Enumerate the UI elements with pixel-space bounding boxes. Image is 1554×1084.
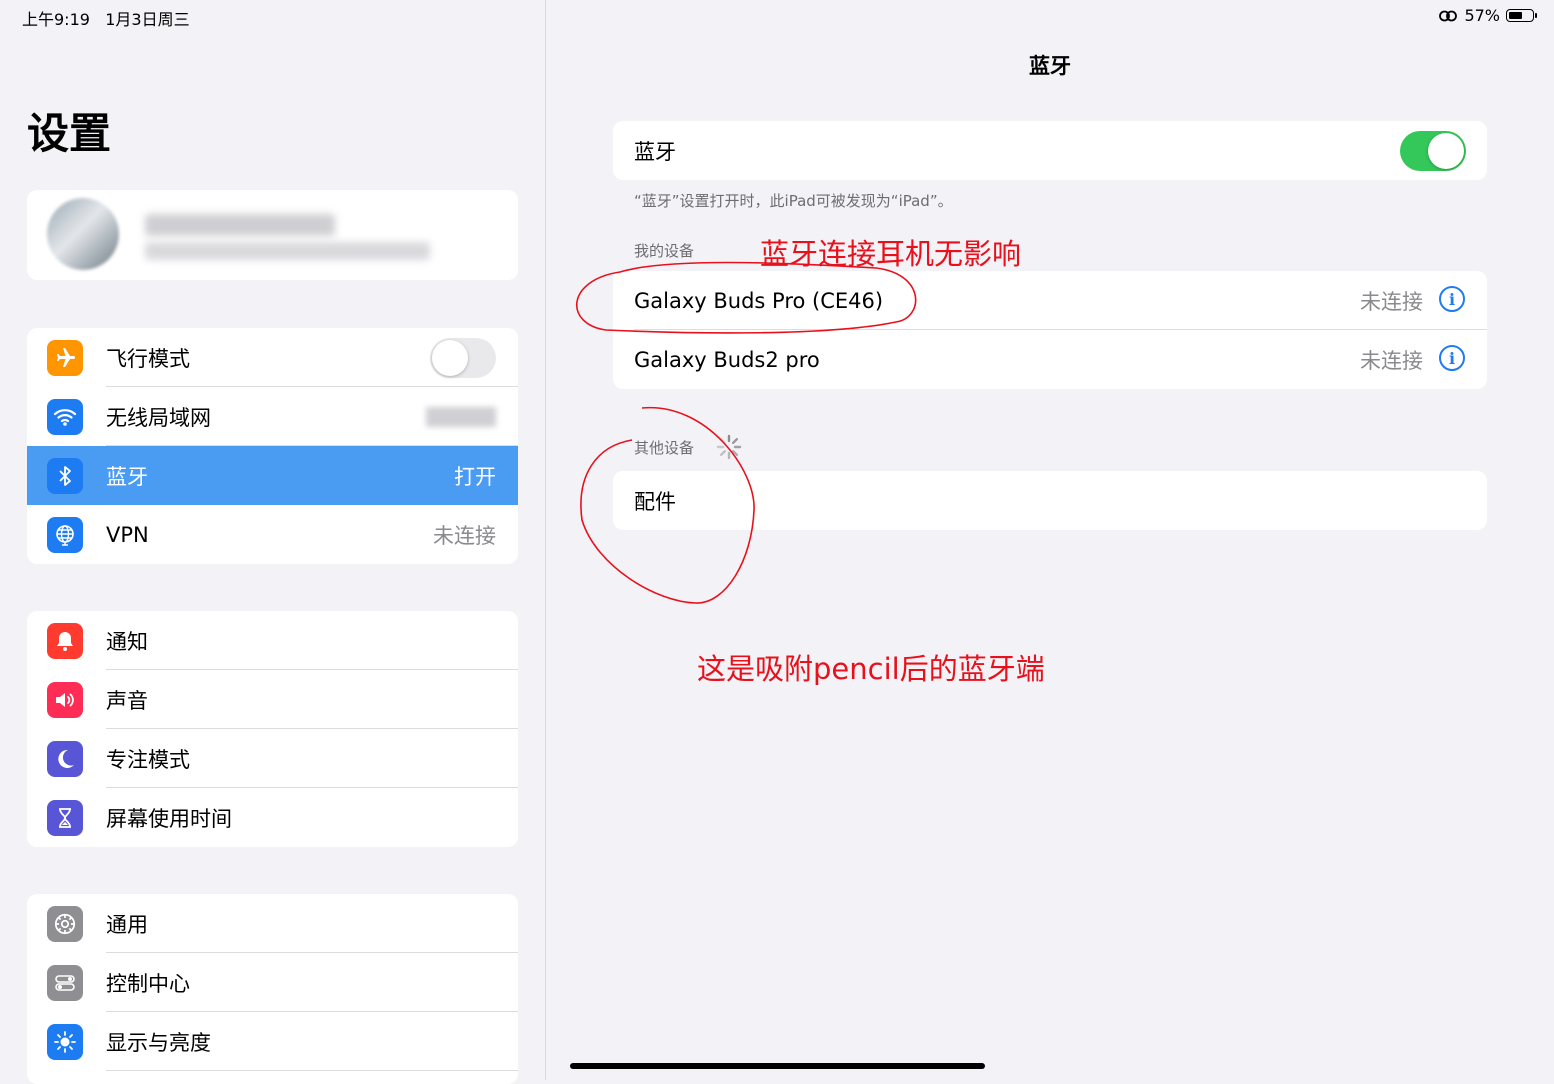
device-name: Galaxy Buds Pro (CE46) bbox=[634, 288, 884, 313]
sun-icon bbox=[47, 1024, 83, 1060]
device-name: 配件 bbox=[634, 489, 676, 514]
device-name: Galaxy Buds2 pro bbox=[634, 347, 820, 372]
annotation-note-1: 蓝牙连接耳机无影响 bbox=[760, 237, 1022, 271]
device-status: 未连接 bbox=[1360, 348, 1423, 373]
blurred-wifi-name bbox=[426, 407, 496, 427]
sidebar-item-display[interactable]: 显示与亮度 bbox=[27, 1012, 518, 1071]
bluetooth-label: 蓝牙 bbox=[634, 139, 676, 164]
sidebar-item-airplane[interactable]: 飞行模式 bbox=[27, 328, 518, 387]
sidebar-item-label: VPN bbox=[106, 522, 149, 547]
bluetooth-footnote: “蓝牙”设置打开时，此iPad可被发现为“iPad”。 bbox=[634, 192, 953, 210]
bell-icon bbox=[47, 623, 83, 659]
device-row[interactable]: 配件 bbox=[613, 471, 1487, 530]
settings-group-general: 通用 控制中心 显示与亮度 bbox=[27, 894, 518, 1084]
airplane-icon bbox=[47, 340, 83, 376]
sidebar-item-label: 专注模式 bbox=[106, 747, 190, 772]
status-date: 1月3日周三 bbox=[105, 10, 190, 29]
settings-sidebar: 上午9:19 1月3日周三 设置 飞行模式 无线局域网 蓝牙 打开 VPN 未连… bbox=[0, 0, 545, 1084]
info-icon[interactable]: i bbox=[1439, 286, 1465, 312]
sidebar-item-label: 声音 bbox=[106, 688, 148, 713]
sidebar-item-label: 屏幕使用时间 bbox=[106, 806, 232, 831]
status-time: 上午9:19 bbox=[22, 10, 90, 29]
annotation-note-2: 这是吸附pencil后的蓝牙端 bbox=[697, 652, 1045, 686]
sidebar-item-notifications[interactable]: 通知 bbox=[27, 611, 518, 670]
bluetooth-icon bbox=[47, 458, 83, 494]
sidebar-item-focus[interactable]: 专注模式 bbox=[27, 729, 518, 788]
battery-icon bbox=[1506, 9, 1537, 22]
status-right: 57% bbox=[1438, 6, 1537, 25]
sidebar-item-sounds[interactable]: 声音 bbox=[27, 670, 518, 729]
loading-spinner-icon bbox=[716, 434, 742, 460]
vpn-status: 未连接 bbox=[433, 523, 496, 548]
switches-icon bbox=[47, 965, 83, 1001]
apple-id-card[interactable] bbox=[27, 190, 518, 280]
sidebar-item-label: 无线局域网 bbox=[106, 405, 211, 430]
settings-title: 设置 bbox=[27, 109, 112, 158]
bluetooth-toggle-card: 蓝牙 bbox=[613, 121, 1487, 180]
moon-icon bbox=[47, 741, 83, 777]
other-devices-list: 配件 bbox=[613, 471, 1487, 530]
gear-icon bbox=[47, 906, 83, 942]
device-row[interactable]: Galaxy Buds2 pro 未连接 i bbox=[613, 330, 1487, 389]
sidebar-item-label: 通知 bbox=[106, 629, 148, 654]
globe-icon bbox=[47, 517, 83, 553]
sidebar-item-wifi[interactable]: 无线局域网 bbox=[27, 387, 518, 446]
sidebar-item-label: 显示与亮度 bbox=[106, 1030, 211, 1055]
wifi-icon bbox=[47, 399, 83, 435]
battery-percent: 57% bbox=[1464, 6, 1500, 25]
sidebar-item-label: 飞行模式 bbox=[106, 346, 190, 371]
sidebar-item-label: 控制中心 bbox=[106, 971, 190, 996]
status-time-date: 上午9:19 1月3日周三 bbox=[22, 6, 190, 30]
hourglass-icon bbox=[47, 800, 83, 836]
my-devices-list: Galaxy Buds Pro (CE46) 未连接 i Galaxy Buds… bbox=[613, 271, 1487, 389]
my-devices-header: 我的设备 bbox=[634, 242, 695, 260]
blurred-account-subtitle bbox=[145, 242, 430, 260]
sidebar-item-control-center[interactable]: 控制中心 bbox=[27, 953, 518, 1012]
airplane-toggle[interactable] bbox=[430, 338, 496, 378]
bluetooth-toggle-row: 蓝牙 bbox=[613, 121, 1487, 180]
avatar bbox=[47, 198, 119, 270]
info-icon[interactable]: i bbox=[1439, 345, 1465, 371]
sidebar-item-label: 蓝牙 bbox=[106, 464, 148, 489]
sidebar-item-bluetooth[interactable]: 蓝牙 打开 bbox=[27, 446, 518, 505]
settings-group-notifications: 通知 声音 专注模式 屏幕使用时间 bbox=[27, 611, 518, 847]
bluetooth-status: 打开 bbox=[454, 464, 496, 489]
other-devices-header: 其他设备 bbox=[634, 439, 695, 457]
sidebar-item-screen-time[interactable]: 屏幕使用时间 bbox=[27, 788, 518, 847]
bluetooth-toggle[interactable] bbox=[1400, 131, 1466, 171]
sidebar-item-general[interactable]: 通用 bbox=[27, 894, 518, 953]
blurred-account-name bbox=[145, 214, 335, 236]
settings-group-connectivity: 飞行模式 无线局域网 蓝牙 打开 VPN 未连接 bbox=[27, 328, 518, 564]
device-status: 未连接 bbox=[1360, 289, 1423, 314]
link-icon bbox=[1439, 10, 1458, 21]
speaker-icon bbox=[47, 682, 83, 718]
sidebar-item-vpn[interactable]: VPN 未连接 bbox=[27, 505, 518, 564]
bluetooth-detail-pane: 57% 蓝牙 蓝牙 “蓝牙”设置打开时，此iPad可被发现为“iPad”。 我的… bbox=[546, 0, 1554, 1080]
device-row[interactable]: Galaxy Buds Pro (CE46) 未连接 i bbox=[613, 271, 1487, 330]
home-indicator bbox=[570, 1063, 985, 1069]
page-title: 蓝牙 bbox=[1029, 54, 1071, 78]
sidebar-item-label: 通用 bbox=[106, 912, 148, 937]
